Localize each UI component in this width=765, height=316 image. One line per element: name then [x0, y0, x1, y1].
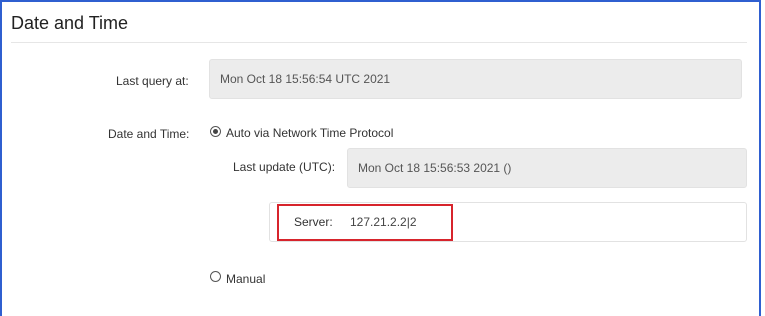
- last-update-text: Mon Oct 18 15:56:53 2021 (): [358, 161, 512, 175]
- date-time-panel: Date and Time Last query at: Mon Oct 18 …: [0, 0, 761, 316]
- manual-option-label[interactable]: Manual: [226, 272, 265, 286]
- radio-selected-icon: [213, 129, 218, 134]
- page-title: Date and Time: [11, 13, 129, 33]
- auto-ntp-radio[interactable]: [210, 126, 221, 137]
- last-query-text: Mon Oct 18 15:56:54 UTC 2021: [220, 72, 391, 86]
- server-input[interactable]: 127.21.2.2|2: [350, 213, 470, 231]
- auto-ntp-option-label[interactable]: Auto via Network Time Protocol: [226, 126, 393, 140]
- last-update-value: Mon Oct 18 15:56:53 2021 (): [347, 148, 747, 188]
- last-update-label: Last update (UTC):: [233, 160, 336, 174]
- server-row: Server: 127.21.2.2|2: [269, 202, 747, 242]
- manual-radio[interactable]: [210, 271, 221, 282]
- last-query-label: Last query at:: [116, 74, 189, 88]
- server-label: Server:: [294, 215, 333, 229]
- date-time-label: Date and Time:: [108, 127, 190, 141]
- title-divider: [11, 42, 747, 43]
- last-query-value: Mon Oct 18 15:56:54 UTC 2021: [209, 59, 742, 99]
